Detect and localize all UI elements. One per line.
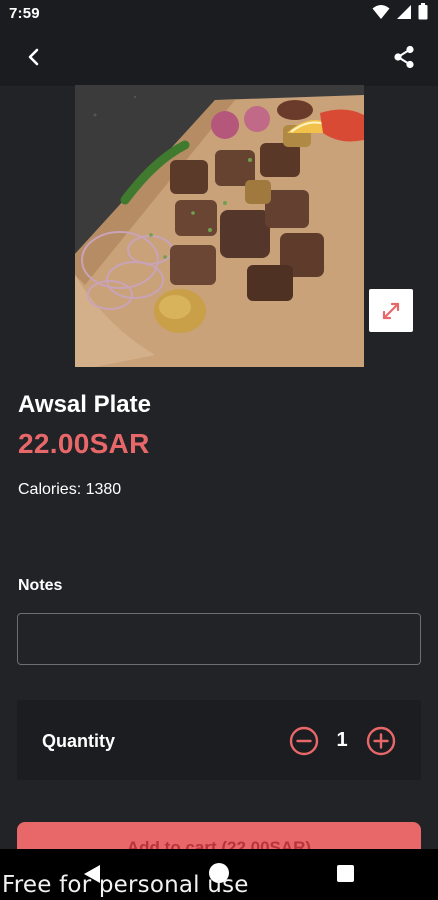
product-image[interactable]	[75, 85, 364, 367]
battery-icon	[418, 3, 428, 25]
calories-text: Calories: 1380	[18, 481, 122, 498]
wifi-icon	[372, 4, 390, 25]
quantity-value: 1	[336, 729, 348, 751]
product-price: 22.00SAR	[18, 428, 150, 459]
app-bar	[0, 28, 438, 86]
product-title: Awsal Plate	[18, 391, 151, 418]
expand-image-button[interactable]	[369, 289, 413, 332]
minus-circle-icon[interactable]	[289, 726, 319, 756]
back-arrow-icon	[28, 48, 39, 66]
status-time: 7:59	[9, 5, 40, 22]
watermark: Free for personal use	[2, 872, 249, 898]
notes-input[interactable]	[17, 613, 421, 665]
status-bar: 7:59	[0, 0, 438, 28]
quantity-label: Quantity	[42, 731, 116, 751]
plus-circle-icon[interactable]	[366, 726, 396, 756]
nav-recents-icon[interactable]	[337, 865, 354, 882]
signal-icon	[396, 4, 412, 25]
quantity-card: Quantity 1	[17, 700, 421, 780]
expand-icon	[382, 302, 400, 319]
share-button[interactable]	[386, 40, 422, 74]
status-icons	[372, 3, 428, 25]
back-button[interactable]	[16, 40, 52, 74]
share-icon	[394, 45, 414, 69]
notes-label: Notes	[18, 577, 63, 594]
